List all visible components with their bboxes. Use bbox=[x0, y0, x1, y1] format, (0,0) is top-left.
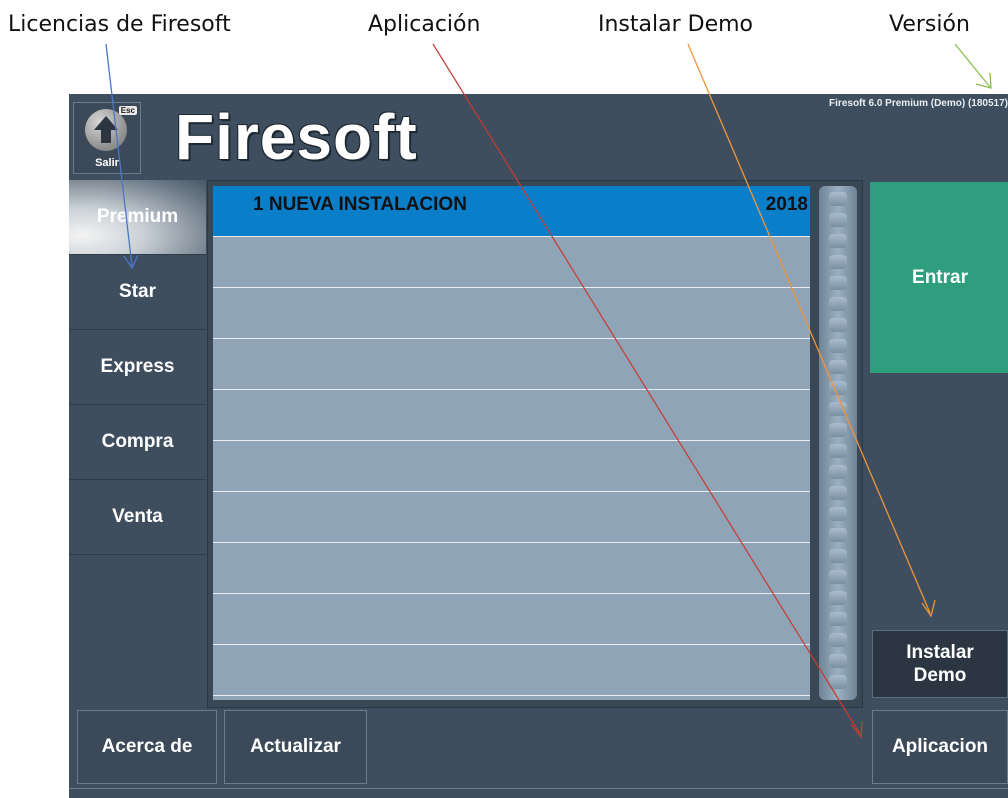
scrollbar-segment bbox=[829, 276, 847, 290]
scrollbar-segment bbox=[829, 654, 847, 668]
scrollbar-segment bbox=[829, 507, 847, 521]
scrollbar-segment bbox=[829, 339, 847, 353]
sidebar-item-label: Premium bbox=[96, 206, 179, 227]
list-item[interactable] bbox=[213, 645, 810, 696]
sidebar-item-label: Venta bbox=[112, 506, 163, 527]
application-button[interactable]: Aplicacion bbox=[872, 710, 1008, 784]
list-item[interactable] bbox=[213, 288, 810, 339]
exit-button[interactable]: Esc Salir bbox=[73, 102, 141, 174]
scrollbar-segment bbox=[829, 402, 847, 416]
update-button[interactable]: Actualizar bbox=[224, 710, 367, 784]
license-sidebar: Premium Star Express Compra Venta bbox=[69, 180, 206, 706]
list-scrollbar[interactable] bbox=[819, 186, 857, 700]
scrollbar-segment bbox=[829, 192, 847, 206]
sidebar-item-premium[interactable]: Premium bbox=[69, 180, 206, 255]
scrollbar-segment bbox=[829, 675, 847, 689]
installation-year: 2018 bbox=[765, 194, 808, 215]
list-item[interactable] bbox=[213, 594, 810, 645]
application-label: Aplicacion bbox=[891, 736, 989, 757]
scrollbar-segment bbox=[829, 360, 847, 374]
installation-name: 1 NUEVA INSTALACION bbox=[253, 194, 467, 215]
title-bar: Esc Salir Firesoft Firesoft 6.0 Premium … bbox=[69, 94, 1008, 180]
update-label: Actualizar bbox=[250, 736, 341, 757]
list-item[interactable] bbox=[213, 543, 810, 594]
sidebar-item-label: Star bbox=[119, 281, 156, 302]
up-arrow-icon bbox=[85, 109, 127, 151]
list-item[interactable] bbox=[213, 492, 810, 543]
scrollbar-segment bbox=[829, 318, 847, 332]
installations-list-panel: 1 NUEVA INSTALACION 2018 bbox=[207, 180, 863, 708]
list-item[interactable] bbox=[213, 339, 810, 390]
sidebar-item-express[interactable]: Express bbox=[69, 330, 206, 405]
scrollbar-segment bbox=[829, 591, 847, 605]
installations-list: 1 NUEVA INSTALACION 2018 bbox=[213, 186, 810, 700]
sidebar-item-compra[interactable]: Compra bbox=[69, 405, 206, 480]
arrow-version bbox=[954, 43, 992, 89]
sidebar-item-star[interactable]: Star bbox=[69, 255, 206, 330]
scrollbar-segment bbox=[829, 570, 847, 584]
callout-licencias: Licencias de Firesoft bbox=[8, 12, 231, 37]
exit-label: Salir bbox=[95, 157, 119, 169]
scrollbar-segment bbox=[829, 423, 847, 437]
app-window: Esc Salir Firesoft Firesoft 6.0 Premium … bbox=[69, 94, 1008, 798]
list-item[interactable] bbox=[213, 441, 810, 492]
list-item[interactable] bbox=[213, 390, 810, 441]
scrollbar-segment bbox=[829, 549, 847, 563]
scrollbar-segment bbox=[829, 486, 847, 500]
about-button[interactable]: Acerca de bbox=[77, 710, 217, 784]
list-item[interactable] bbox=[213, 237, 810, 288]
footer-divider bbox=[69, 788, 1008, 789]
callout-aplicacion: Aplicación bbox=[368, 12, 481, 37]
list-item[interactable]: 1 NUEVA INSTALACION 2018 bbox=[213, 186, 810, 237]
scrollbar-segment bbox=[829, 633, 847, 647]
sidebar-item-label: Express bbox=[100, 356, 175, 377]
esc-key-badge: Esc bbox=[118, 106, 137, 115]
sidebar-item-label: Compra bbox=[101, 431, 174, 452]
app-logo: Firesoft bbox=[175, 101, 418, 173]
enter-button[interactable]: Entrar bbox=[870, 182, 1008, 373]
enter-label: Entrar bbox=[912, 266, 968, 288]
version-text: Firesoft 6.0 Premium (Demo) (180517) bbox=[829, 98, 1008, 109]
install-demo-label-line1: Instalar bbox=[906, 642, 974, 663]
scrollbar-segment bbox=[829, 612, 847, 626]
scrollbar-segment bbox=[829, 528, 847, 542]
scrollbar-segment bbox=[829, 465, 847, 479]
scrollbar-segment bbox=[829, 444, 847, 458]
scrollbar-segment bbox=[829, 297, 847, 311]
scrollbar-segment bbox=[829, 234, 847, 248]
scrollbar-segment bbox=[829, 381, 847, 395]
sidebar-item-venta[interactable]: Venta bbox=[69, 480, 206, 555]
callout-version: Versión bbox=[889, 12, 970, 37]
scrollbar-segment bbox=[829, 213, 847, 227]
install-demo-label-line2: Demo bbox=[913, 665, 967, 686]
install-demo-button[interactable]: Instalar Demo bbox=[872, 630, 1008, 698]
callout-instalar-demo: Instalar Demo bbox=[598, 12, 753, 37]
scrollbar-segment bbox=[829, 255, 847, 269]
about-label: Acerca de bbox=[101, 736, 193, 757]
